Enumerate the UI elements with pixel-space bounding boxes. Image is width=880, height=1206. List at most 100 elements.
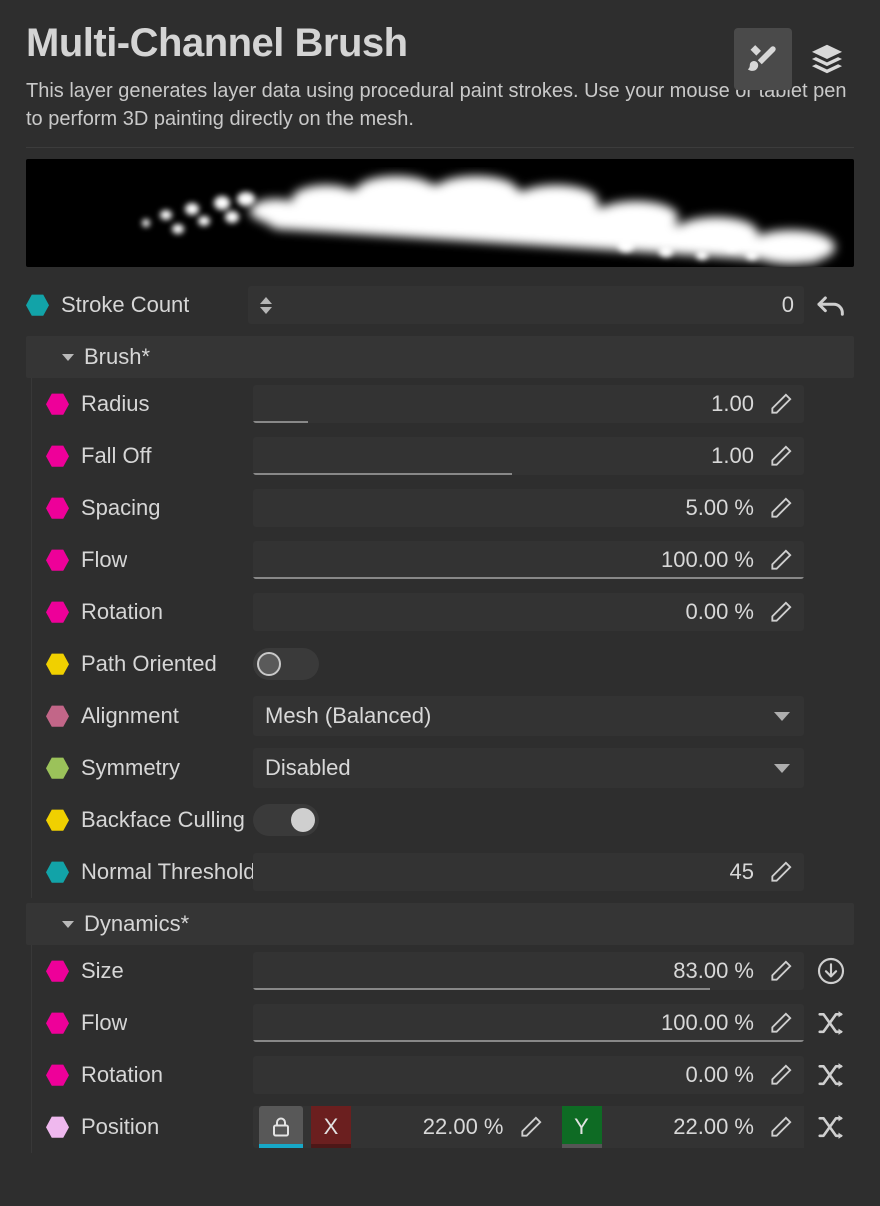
download-circle-icon[interactable] [804,955,858,987]
row-label: Spacing [81,495,161,521]
dropdown-value: Mesh (Balanced) [265,703,432,729]
row-label-cell: Spacing [46,495,253,521]
value-field[interactable]: 0.00 % [253,593,804,632]
stroke-count-value: 0 [781,292,794,318]
preview-container [0,148,880,268]
toggle-knob [291,808,315,833]
row-label-cell: Path Oriented [46,651,253,677]
edit-pencil-icon[interactable] [768,1010,794,1036]
channel-hex-icon [46,601,69,623]
edit-pencil-icon[interactable] [518,1114,544,1140]
value-field[interactable]: 5.00 % [253,489,804,528]
channel-hex-icon [46,705,69,727]
property-row: Spacing 5.00 % [0,482,880,535]
channel-hex-icon [46,393,69,415]
channel-hex-icon [46,1116,69,1138]
shuffle-icon[interactable] [804,1060,858,1090]
position-x-field[interactable]: 22.00 % [351,1106,554,1149]
edit-pencil-icon[interactable] [768,391,794,417]
row-label-cell: Backface Culling [46,807,253,833]
edit-pencil-icon[interactable] [768,495,794,521]
multi-channel-brush-panel: Multi-Channel Brush This layer generates… [0,0,880,1206]
group-header[interactable]: Dynamics* [26,903,854,946]
lock-icon[interactable] [259,1106,303,1149]
row-label-cell: Flow [46,547,253,573]
row-label: Backface Culling [81,807,245,833]
slider-fill [253,421,309,424]
panel-description: This layer generates layer data using pr… [26,80,847,130]
channel-hex-icon [26,294,49,316]
channel-hex-icon [46,445,69,467]
value-field[interactable]: 0.00 % [253,1056,804,1095]
field-value: 1.00 [711,443,754,469]
channel-hex-icon [46,1064,69,1086]
property-row: Fall Off 1.00 [0,430,880,483]
toggle-switch[interactable] [253,804,319,837]
dropdown-select[interactable]: Disabled [253,748,804,789]
slider-fill [253,988,711,991]
value-field[interactable]: 45 [253,853,804,892]
property-row: Normal Threshold 45 [0,846,880,899]
group-title: Brush* [84,344,151,370]
value-field[interactable]: 83.00 % [253,952,804,991]
chevron-down-icon [62,920,74,928]
chevron-down-icon [774,711,790,721]
brush-tool-icon[interactable] [734,28,792,90]
value-field[interactable]: 1.00 [253,437,804,476]
row-label: Size [81,958,124,984]
field-value: 0.00 % [685,599,755,625]
edit-pencil-icon[interactable] [768,859,794,885]
axis-label-y[interactable]: Y [561,1106,602,1149]
header-icon-group [734,28,856,90]
row-label: Rotation [81,1062,163,1088]
property-row: Flow 100.00 % [0,997,880,1050]
value-field[interactable]: 1.00 [253,385,804,424]
slider-fill [253,577,804,580]
field-value: 45 [729,859,754,885]
stroke-count-row: Stroke Count 0 [0,279,880,331]
value-field[interactable]: 100.00 % [253,1004,804,1043]
property-row: Flow 100.00 % [0,534,880,587]
undo-icon[interactable] [804,288,858,322]
row-label-cell: Size [46,958,253,984]
dropdown-select[interactable]: Mesh (Balanced) [253,696,804,737]
group-header[interactable]: Brush* [26,336,854,379]
position-control: X 22.00 % Y 22.00 % [253,1106,804,1149]
edit-pencil-icon[interactable] [768,547,794,573]
slider-fill [253,1040,804,1043]
property-row: Position X 22.00 % Y 22.00 % [0,1101,880,1154]
value-field[interactable]: 100.00 % [253,541,804,580]
shuffle-icon[interactable] [804,1112,858,1142]
row-label-cell: Stroke Count [26,292,248,318]
slider-fill [253,473,512,476]
row-label: Radius [81,391,150,417]
layers-icon[interactable] [798,28,856,90]
edit-pencil-icon[interactable] [768,599,794,625]
page-title: Multi-Channel Brush [26,21,408,65]
channel-hex-icon [46,549,69,571]
property-row: Backface Culling [0,794,880,847]
toggle-switch[interactable] [253,648,319,681]
row-label-cell: Alignment [46,703,253,729]
field-value: 1.00 [711,391,754,417]
property-row: Rotation 0.00 % [0,586,880,639]
property-row: Rotation 0.00 % [0,1049,880,1102]
edit-pencil-icon[interactable] [768,958,794,984]
stroke-count-field[interactable]: 0 [248,286,804,325]
edit-pencil-icon[interactable] [768,443,794,469]
shuffle-icon[interactable] [804,1008,858,1038]
row-label-cell: Symmetry [46,755,253,781]
property-row: Size 83.00 % [0,945,880,998]
stepper-arrows-icon[interactable] [260,296,272,314]
field-value: 83.00 % [673,958,754,984]
row-label-cell: Normal Threshold [46,859,253,885]
field-value: 5.00 % [685,495,755,521]
group-title: Dynamics* [84,911,190,937]
channel-hex-icon [46,809,69,831]
axis-label-x[interactable]: X [311,1106,351,1149]
edit-pencil-icon[interactable] [768,1114,794,1140]
property-row: Alignment Mesh (Balanced) [0,690,880,743]
dropdown-value: Disabled [265,755,351,781]
position-y-field[interactable]: 22.00 % [601,1106,804,1149]
edit-pencil-icon[interactable] [768,1062,794,1088]
